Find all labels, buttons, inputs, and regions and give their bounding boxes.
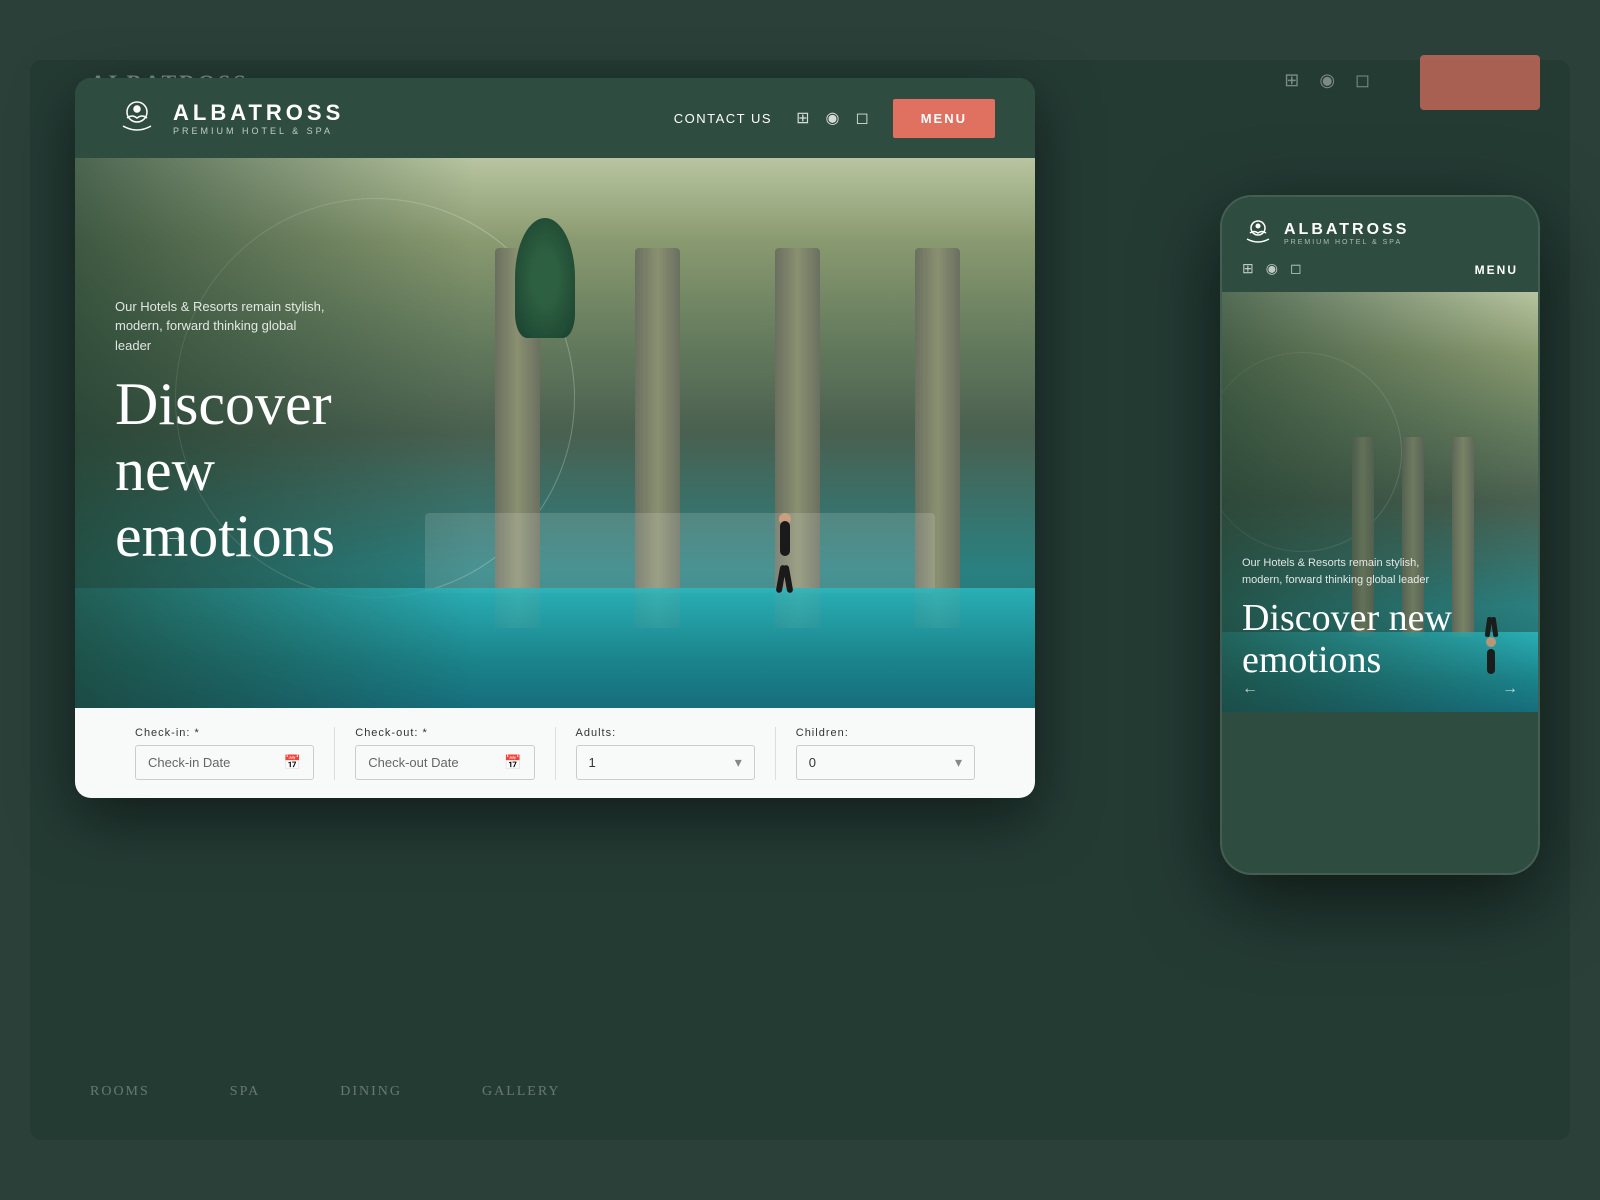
bg-bottom-labels: ROOMS SPA DINING GALLERY [90, 1084, 561, 1100]
checkout-calendar-icon: 📅 [504, 754, 521, 771]
mobile-instagram-icon[interactable]: ◻ [1290, 261, 1302, 278]
mobile-title-line2: emotions [1242, 639, 1381, 681]
checkin-label: Check-in: * [135, 727, 314, 739]
mobile-logo-row: ALBATROSS PREMIUM HOTEL & SPA [1242, 217, 1518, 249]
mobile-logo-subtitle: PREMIUM HOTEL & SPA [1284, 239, 1409, 246]
menu-button[interactable]: MENU [893, 99, 995, 138]
mobile-logo-text: ALBATROSS PREMIUM HOTEL & SPA [1284, 221, 1409, 246]
bg-label-2: SPA [230, 1084, 260, 1100]
foursquare-icon[interactable]: ⊞ [796, 108, 809, 128]
mobile-tripadvisor-icon[interactable]: ◉ [1266, 261, 1278, 278]
hero-plant [515, 218, 575, 338]
bg-tripadvisor-icon: ◉ [1319, 70, 1335, 91]
logo-subtitle: PREMIUM HOTEL & SPA [173, 126, 344, 136]
mobile-arrow-left[interactable]: ← [1242, 680, 1258, 698]
mobile-title-line1: Discover new [1242, 597, 1452, 639]
checkin-field: Check-in: * Check-in Date 📅 [115, 727, 335, 780]
mobile-header: ALBATROSS PREMIUM HOTEL & SPA ⊞ ◉ ◻ MENU [1222, 197, 1538, 292]
logo-name: ALBATROSS [173, 100, 344, 126]
children-select[interactable]: 0 ▾ [796, 745, 975, 780]
desktop-logo: ALBATROSS PREMIUM HOTEL & SPA [115, 96, 344, 140]
bg-label-3: DINING [340, 1084, 402, 1100]
contact-link[interactable]: CONTACT US [674, 111, 772, 126]
mobile-menu-button[interactable]: MENU [1475, 263, 1518, 277]
mobile-logo-icon [1242, 217, 1274, 249]
hero-figure [775, 513, 795, 593]
bg-label-1: ROOMS [90, 1084, 150, 1100]
figure-leg-2 [783, 565, 794, 594]
figure-body [780, 521, 790, 556]
checkout-field: Check-out: * Check-out Date 📅 [335, 727, 555, 780]
booking-bar: Check-in: * Check-in Date 📅 Check-out: *… [75, 708, 1035, 798]
desktop-mockup: ALBATROSS PREMIUM HOTEL & SPA CONTACT US… [75, 78, 1035, 798]
checkout-label: Check-out: * [355, 727, 534, 739]
mobile-hero-subtitle: Our Hotels & Resorts remain stylish, mod… [1242, 555, 1462, 588]
hero-arrow-right[interactable]: → [165, 525, 185, 548]
albatross-logo-icon [115, 96, 159, 140]
adults-label: Adults: [576, 727, 755, 739]
bg-foursquare-icon: ⊞ [1284, 70, 1299, 91]
bg-label-4: GALLERY [482, 1084, 561, 1100]
checkout-input[interactable]: Check-out Date 📅 [355, 745, 534, 780]
mobile-foursquare-icon[interactable]: ⊞ [1242, 261, 1254, 278]
mobile-social-icons: ⊞ ◉ ◻ [1242, 261, 1302, 278]
adults-chevron-icon: ▾ [735, 754, 742, 771]
mobile-hero-arrows: ← → [1242, 680, 1518, 698]
mobile-logo-name: ALBATROSS [1284, 221, 1409, 239]
bg-social-icons: ⊞ ◉ ◻ [1284, 70, 1370, 91]
mobile-hero-text: Our Hotels & Resorts remain stylish, mod… [1222, 292, 1538, 712]
logo-text-block: ALBATROSS PREMIUM HOTEL & SPA [173, 100, 344, 136]
mobile-mockup: ALBATROSS PREMIUM HOTEL & SPA ⊞ ◉ ◻ MENU [1220, 195, 1540, 875]
bg-menu-button [1420, 55, 1540, 110]
mobile-hero: Our Hotels & Resorts remain stylish, mod… [1222, 292, 1538, 712]
checkin-input[interactable]: Check-in Date 📅 [135, 745, 314, 780]
hero-furniture [425, 513, 935, 593]
bg-instagram-icon: ◻ [1355, 70, 1370, 91]
desktop-header: ALBATROSS PREMIUM HOTEL & SPA CONTACT US… [75, 78, 1035, 158]
desktop-hero: Our Hotels & Resorts remain stylish, mod… [75, 158, 1035, 708]
children-value: 0 [809, 755, 816, 770]
checkin-placeholder: Check-in Date [148, 755, 230, 770]
adults-select[interactable]: 1 ▾ [576, 745, 755, 780]
hero-nav-arrows: ← → [115, 525, 185, 548]
adults-value: 1 [589, 755, 596, 770]
children-label: Children: [796, 727, 975, 739]
children-field: Children: 0 ▾ [776, 727, 995, 780]
social-links: ⊞ ◉ ◻ [796, 108, 869, 128]
desktop-nav: CONTACT US ⊞ ◉ ◻ MENU [674, 99, 995, 138]
mobile-arrow-right[interactable]: → [1502, 680, 1518, 698]
checkin-calendar-icon: 📅 [284, 754, 301, 771]
mobile-hero-title: Discover new emotions [1242, 598, 1518, 682]
hero-subtitle: Our Hotels & Resorts remain stylish, mod… [115, 297, 335, 356]
instagram-icon[interactable]: ◻ [855, 108, 868, 128]
hero-arrow-left[interactable]: ← [115, 525, 135, 548]
mobile-nav-row: ⊞ ◉ ◻ MENU [1242, 261, 1518, 292]
hero-text-overlay: Our Hotels & Resorts remain stylish, mod… [75, 158, 475, 708]
checkout-placeholder: Check-out Date [368, 755, 458, 770]
tripadvisor-icon[interactable]: ◉ [825, 108, 839, 128]
children-chevron-icon: ▾ [955, 754, 962, 771]
adults-field: Adults: 1 ▾ [556, 727, 776, 780]
